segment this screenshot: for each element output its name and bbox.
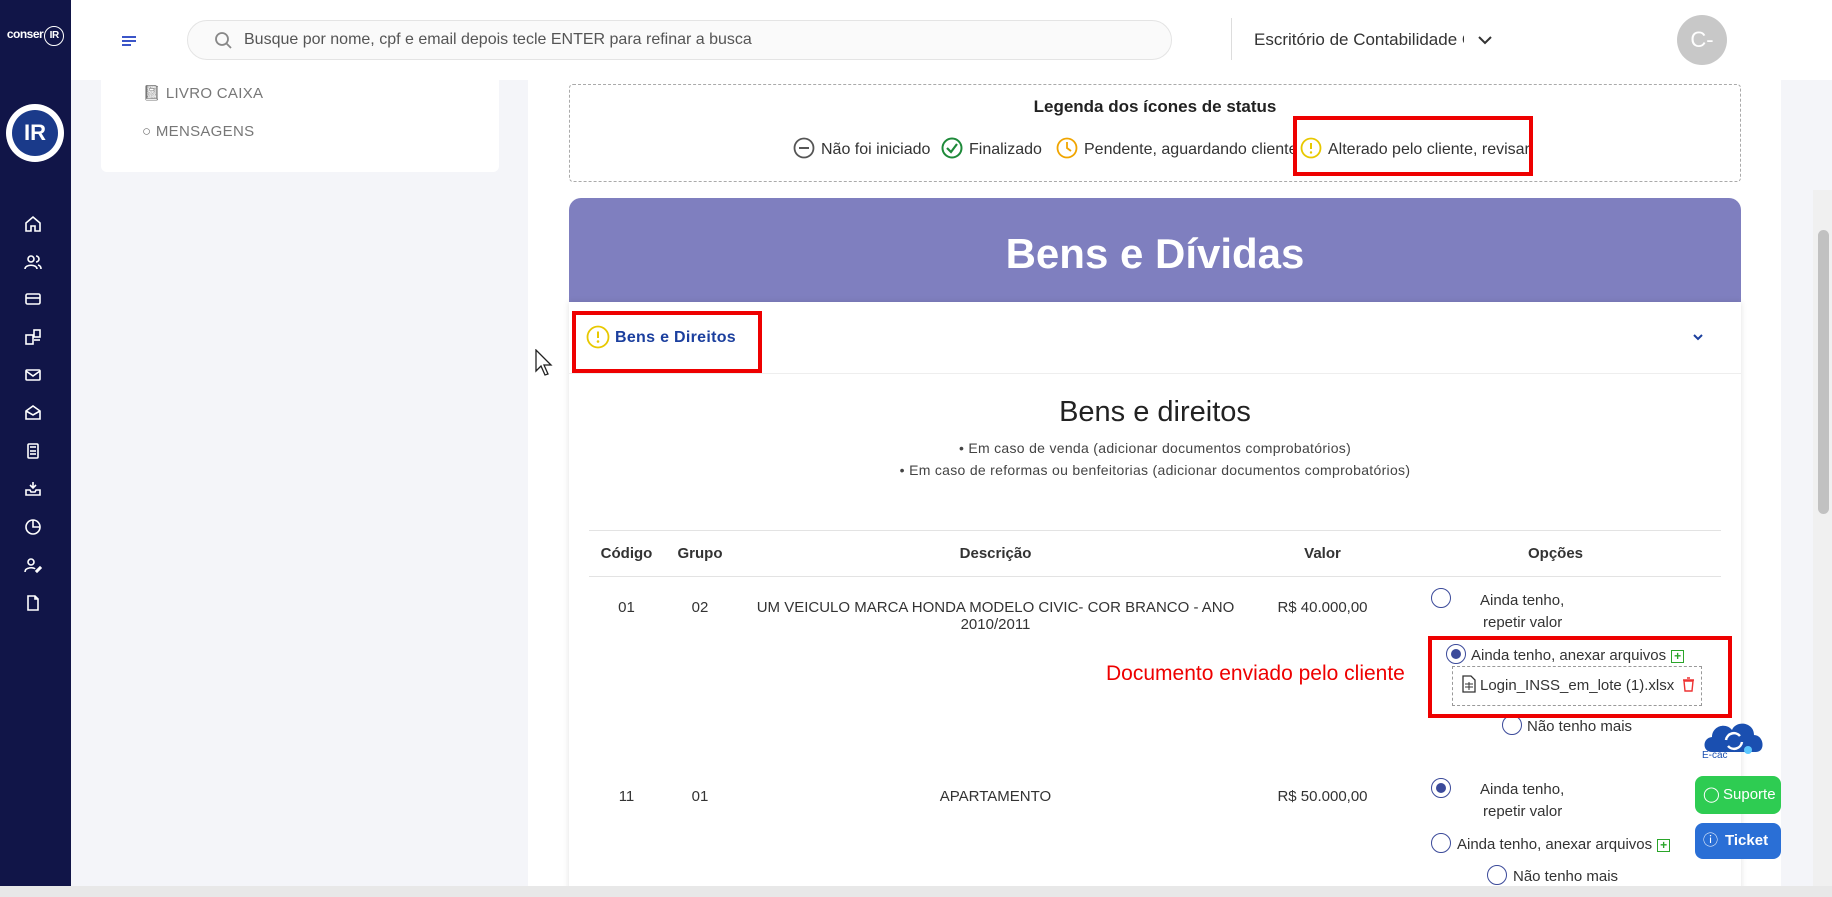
- chevron-down-icon[interactable]: [1691, 330, 1705, 344]
- section-header: Bens e Dívidas: [569, 198, 1741, 302]
- table-header-row: Código Grupo Descrição Valor Opções: [589, 530, 1721, 577]
- search-icon: [215, 32, 232, 49]
- label-repeat-row1-line2: repetir valor: [1483, 614, 1563, 631]
- clock-icon: [1056, 137, 1078, 159]
- user-edit-icon[interactable]: [24, 556, 43, 574]
- col-grupo: Grupo: [664, 530, 736, 577]
- cell-valor: R$ 50.000,00: [1277, 787, 1368, 805]
- label-attach-row2: Ainda tenho, anexar arquivos +: [1457, 836, 1671, 853]
- label-repeat-row2-line2: repetir valor: [1483, 803, 1563, 820]
- header-divider: [1231, 18, 1232, 60]
- col-descricao: Descrição: [736, 530, 1255, 577]
- side-item-mensagens[interactable]: ○ MENSAGENS: [142, 123, 254, 140]
- chevron-down-icon: [1478, 36, 1492, 45]
- whatsapp-icon: ◯: [1703, 786, 1720, 803]
- pie-chart-icon[interactable]: [24, 518, 42, 536]
- search-input[interactable]: [244, 22, 1144, 58]
- card-icon[interactable]: [24, 290, 42, 308]
- mail-icon[interactable]: [24, 366, 42, 384]
- col-codigo: Código: [589, 530, 664, 577]
- suporte-button[interactable]: ◯ Suporte: [1695, 776, 1781, 814]
- users-icon[interactable]: [24, 253, 42, 271]
- mail-open-icon[interactable]: [24, 404, 42, 422]
- avatar[interactable]: C-: [1677, 15, 1727, 65]
- highlight-accordion-title: [572, 311, 762, 373]
- radio-repeat-row1[interactable]: [1431, 588, 1451, 608]
- label-repeat-row2: Ainda tenho,: [1480, 781, 1565, 798]
- radio-attach-row2[interactable]: [1431, 833, 1451, 853]
- chat-bubble-icon: ○: [142, 123, 152, 140]
- label-repeat-row1: Ainda tenho,: [1480, 592, 1565, 609]
- home-icon[interactable]: [24, 215, 42, 233]
- app-logo[interactable]: conser IR: [0, 26, 71, 46]
- cell-codigo: 01: [618, 599, 635, 616]
- highlight-uploaded-file: [1428, 636, 1732, 718]
- legend-title: Legenda dos ícones de status: [1033, 97, 1277, 116]
- calculator-icon[interactable]: [24, 442, 42, 460]
- label-none-row2: Não tenho mais: [1513, 868, 1619, 885]
- top-header: Escritório de Contabilidade Co C-: [71, 0, 1832, 80]
- inner-title: Bens e direitos: [1059, 396, 1251, 428]
- side-item-livro-caixa[interactable]: 📓︎ LIVRO CAIXA: [142, 84, 263, 102]
- menu-toggle-icon[interactable]: [122, 36, 136, 48]
- legend-finished: Finalizado: [941, 137, 1042, 159]
- label-none-row1: Não tenho mais: [1527, 718, 1633, 735]
- col-opcoes: Opções: [1390, 530, 1721, 577]
- legend-not-started: Não foi iniciado: [793, 137, 930, 159]
- scrollbar-thumb[interactable]: [1818, 230, 1829, 514]
- note-reformas: • Em caso de reformas ou benfeitorias (a…: [899, 462, 1411, 478]
- note-venda: • Em caso de venda (adicionar documentos…: [958, 440, 1352, 456]
- book-icon: 📓︎: [142, 85, 162, 102]
- minus-circle-icon: [793, 137, 815, 159]
- cell-codigo: 11: [618, 787, 635, 805]
- legend-pending: Pendente, aguardando cliente: [1056, 137, 1298, 159]
- section-title: Bens e Dívidas: [1005, 230, 1305, 277]
- bens-direitos-panel: Bens e Direitos Bens e direitos • Em cas…: [569, 302, 1741, 897]
- nav-rail: conser IR IR: [0, 0, 71, 897]
- ecac-label: E-cac: [1702, 750, 1728, 761]
- ticket-button[interactable]: ⓘ Ticket: [1695, 823, 1781, 859]
- help-circle-icon: ⓘ: [1703, 832, 1719, 849]
- side-menu-card: 📓︎ LIVRO CAIXA ○ MENSAGENS: [101, 80, 499, 172]
- highlight-legend-changed: [1293, 116, 1533, 176]
- radio-none-row1[interactable]: [1502, 715, 1522, 735]
- radio-repeat-row2[interactable]: [1431, 778, 1451, 798]
- search-bar: [187, 20, 1172, 60]
- cell-descricao: APARTAMENTO: [939, 787, 1052, 805]
- radio-none-row2[interactable]: [1487, 865, 1507, 885]
- dashboard-icon[interactable]: [24, 328, 42, 346]
- office-select[interactable]: Escritório de Contabilidade Co: [1254, 20, 1494, 60]
- cell-grupo: 02: [691, 599, 709, 616]
- check-circle-icon: [941, 137, 963, 159]
- cell-grupo: 01: [691, 787, 709, 805]
- mouse-cursor-icon: [535, 349, 553, 376]
- add-file-icon[interactable]: +: [1657, 839, 1671, 852]
- document-icon[interactable]: [24, 594, 42, 612]
- app-badge: IR: [6, 104, 64, 162]
- annotation-text: Documento enviado pelo cliente: [1106, 662, 1405, 685]
- horizontal-scrollbar[interactable]: [0, 886, 1832, 897]
- inbox-icon[interactable]: [24, 480, 42, 498]
- col-valor: Valor: [1255, 530, 1390, 577]
- status-legend: Legenda dos ícones de status Não foi ini…: [569, 84, 1741, 182]
